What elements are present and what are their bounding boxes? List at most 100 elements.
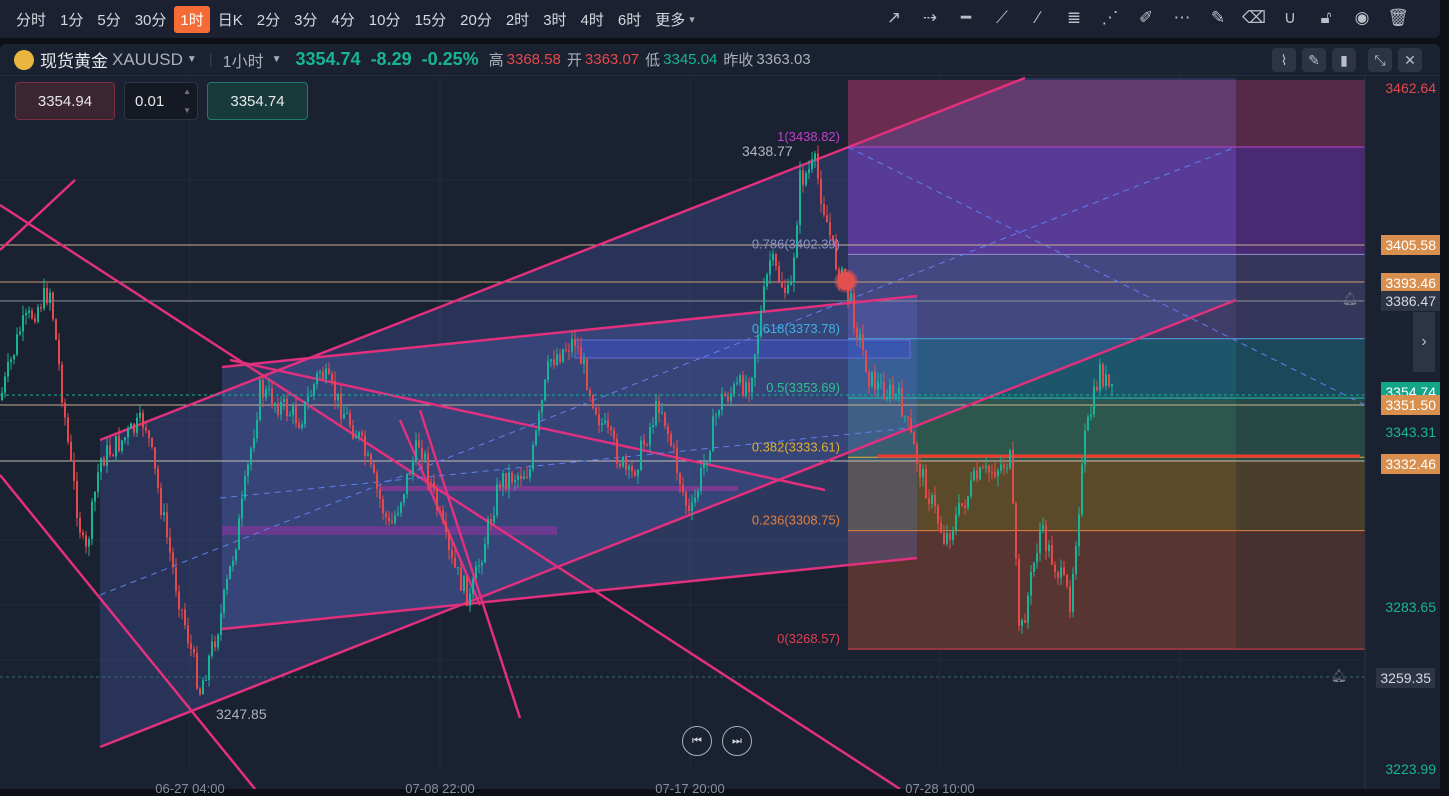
- timeframe-7[interactable]: 3分: [288, 6, 323, 33]
- close-button[interactable]: ✕: [1398, 48, 1422, 72]
- chart-type-button[interactable]: ▮: [1332, 48, 1356, 72]
- indicator-button[interactable]: ⌇: [1272, 48, 1296, 72]
- alert-bell-icon[interactable]: 🔔︎: [1340, 291, 1360, 311]
- timeframe-1[interactable]: 1分: [54, 6, 89, 33]
- candle: [397, 512, 399, 515]
- more-dropdown-icon[interactable]: ▾: [689, 13, 695, 26]
- timeframe-4[interactable]: 1时: [174, 5, 210, 33]
- timeframe-3[interactable]: 30分: [129, 6, 173, 33]
- buy-price-button[interactable]: 3354.74: [207, 82, 308, 120]
- candle: [232, 560, 234, 566]
- extended-line-icon[interactable]: ∕: [1026, 6, 1050, 30]
- candle: [1003, 464, 1005, 469]
- sell-price-button[interactable]: 3354.94: [15, 82, 115, 120]
- interval-dropdown-icon[interactable]: ▼: [272, 54, 282, 65]
- candle: [331, 373, 333, 382]
- candle: [979, 467, 981, 480]
- horizontal-line-icon[interactable]: ━: [954, 6, 978, 30]
- timeframe-9[interactable]: 10分: [363, 6, 407, 33]
- symbol-header: 现货黄金 XAUUSD ▼ | 1小时 ▼ 3354.74 -8.29 -0.2…: [0, 44, 1440, 76]
- candle: [544, 379, 546, 401]
- candle: [703, 463, 705, 469]
- candle: [40, 307, 42, 309]
- symbol-name[interactable]: 现货黄金: [40, 47, 108, 72]
- candle: [334, 381, 336, 401]
- timeframe-12[interactable]: 2时: [500, 6, 535, 33]
- timeframe-13[interactable]: 3时: [537, 6, 572, 33]
- unlock-icon[interactable]: 🔓︎: [1314, 6, 1338, 30]
- skip-back-button[interactable]: ⏮: [682, 726, 712, 756]
- trend-line-icon[interactable]: ↗: [882, 6, 906, 30]
- chart-canvas[interactable]: 1(3438.82) 0.786(3402.39) 0.618(3373.78) 0.…: [0, 44, 1440, 789]
- drawing-tools: ↗ ⇢ ━ ⟋ ∕ ≣ ⋰ ✐ ⋯ ✎ ⌫ ∪ 🔓︎ ◉ 🗑︎: [882, 6, 1410, 30]
- candle: [412, 460, 414, 476]
- candle: [103, 458, 105, 466]
- collapse-button[interactable]: ⤡: [1368, 48, 1392, 72]
- symbol-dropdown-icon[interactable]: ▼: [187, 54, 197, 65]
- highlighter-icon[interactable]: ✐: [1134, 6, 1158, 30]
- eraser-icon[interactable]: ⌫: [1242, 6, 1266, 30]
- candle: [1108, 374, 1110, 387]
- timeframe-2[interactable]: 5分: [91, 6, 126, 33]
- timeframe-14[interactable]: 4时: [575, 6, 610, 33]
- skip-forward-button[interactable]: ⏭: [722, 726, 752, 756]
- segment-icon[interactable]: ⟋: [990, 6, 1014, 30]
- candle: [508, 472, 510, 489]
- candle: [817, 153, 819, 179]
- timeframe-5[interactable]: 日K: [212, 6, 249, 33]
- magnet-icon[interactable]: ∪: [1278, 6, 1302, 30]
- candle: [1054, 564, 1056, 573]
- draw-button[interactable]: ✎: [1302, 48, 1326, 72]
- timeframe-6[interactable]: 2分: [251, 6, 286, 33]
- candle: [865, 350, 867, 373]
- candle: [850, 293, 852, 300]
- candle: [784, 287, 786, 294]
- candle: [91, 501, 93, 540]
- timeframe-10[interactable]: 15分: [408, 6, 452, 33]
- ray-icon[interactable]: ⇢: [918, 6, 942, 30]
- candle: [727, 396, 729, 402]
- candle: [664, 412, 666, 427]
- candle: [241, 498, 243, 519]
- timeframe-11[interactable]: 20分: [454, 6, 498, 33]
- trash-icon[interactable]: 🗑︎: [1386, 6, 1410, 30]
- alert-marker: [834, 269, 858, 293]
- candle: [79, 517, 81, 533]
- timeframe-8[interactable]: 4分: [325, 6, 360, 33]
- candle: [1081, 464, 1083, 515]
- candle: [121, 440, 123, 452]
- fib-zone-ext: [1236, 531, 1365, 649]
- symbol-code[interactable]: XAUUSD: [112, 50, 183, 70]
- fibonacci-icon[interactable]: ≣: [1062, 6, 1086, 30]
- interval-select[interactable]: 1小时: [223, 48, 264, 72]
- candle: [499, 484, 501, 488]
- candle: [415, 440, 417, 461]
- candle: [763, 286, 765, 311]
- candle: [769, 260, 771, 275]
- fib-zone-ext: [1236, 340, 1365, 400]
- candle: [682, 484, 684, 493]
- candle: [145, 427, 147, 431]
- stepper-up-icon[interactable]: ▲: [183, 87, 191, 96]
- candle: [532, 445, 534, 470]
- chart-panel[interactable]: 1(3438.82) 0.786(3402.39) 0.618(3373.78) 0.…: [0, 44, 1440, 789]
- fan-icon[interactable]: ⋰: [1098, 6, 1122, 30]
- timeframe-15[interactable]: 6时: [612, 6, 647, 33]
- candle: [622, 456, 624, 467]
- stepper-down-icon[interactable]: ▼: [183, 106, 191, 115]
- expand-panel-chevron-icon[interactable]: ›: [1413, 312, 1435, 372]
- note-icon[interactable]: ✎: [1206, 6, 1230, 30]
- eye-icon[interactable]: ◉: [1350, 6, 1374, 30]
- timeframe-16[interactable]: 更多: [649, 6, 691, 33]
- candle: [76, 481, 78, 518]
- candle: [316, 372, 318, 385]
- candle: [409, 473, 411, 476]
- candle: [529, 469, 531, 478]
- candle: [991, 472, 993, 474]
- candle: [478, 565, 480, 567]
- timeframe-0[interactable]: 分时: [10, 6, 52, 33]
- more-icon[interactable]: ⋯: [1170, 6, 1194, 30]
- timeframe-toolbar: 分时 1分 5分 30分 1时 日K 2分 3分 4分 10分 15分 20分 2时 3时 4时 6时 更多 ▾ ↗…: [0, 0, 1440, 38]
- alert-bell-icon[interactable]: 🔔︎: [1329, 668, 1349, 688]
- quantity-stepper[interactable]: 0.01 ▲ ▼: [124, 82, 198, 120]
